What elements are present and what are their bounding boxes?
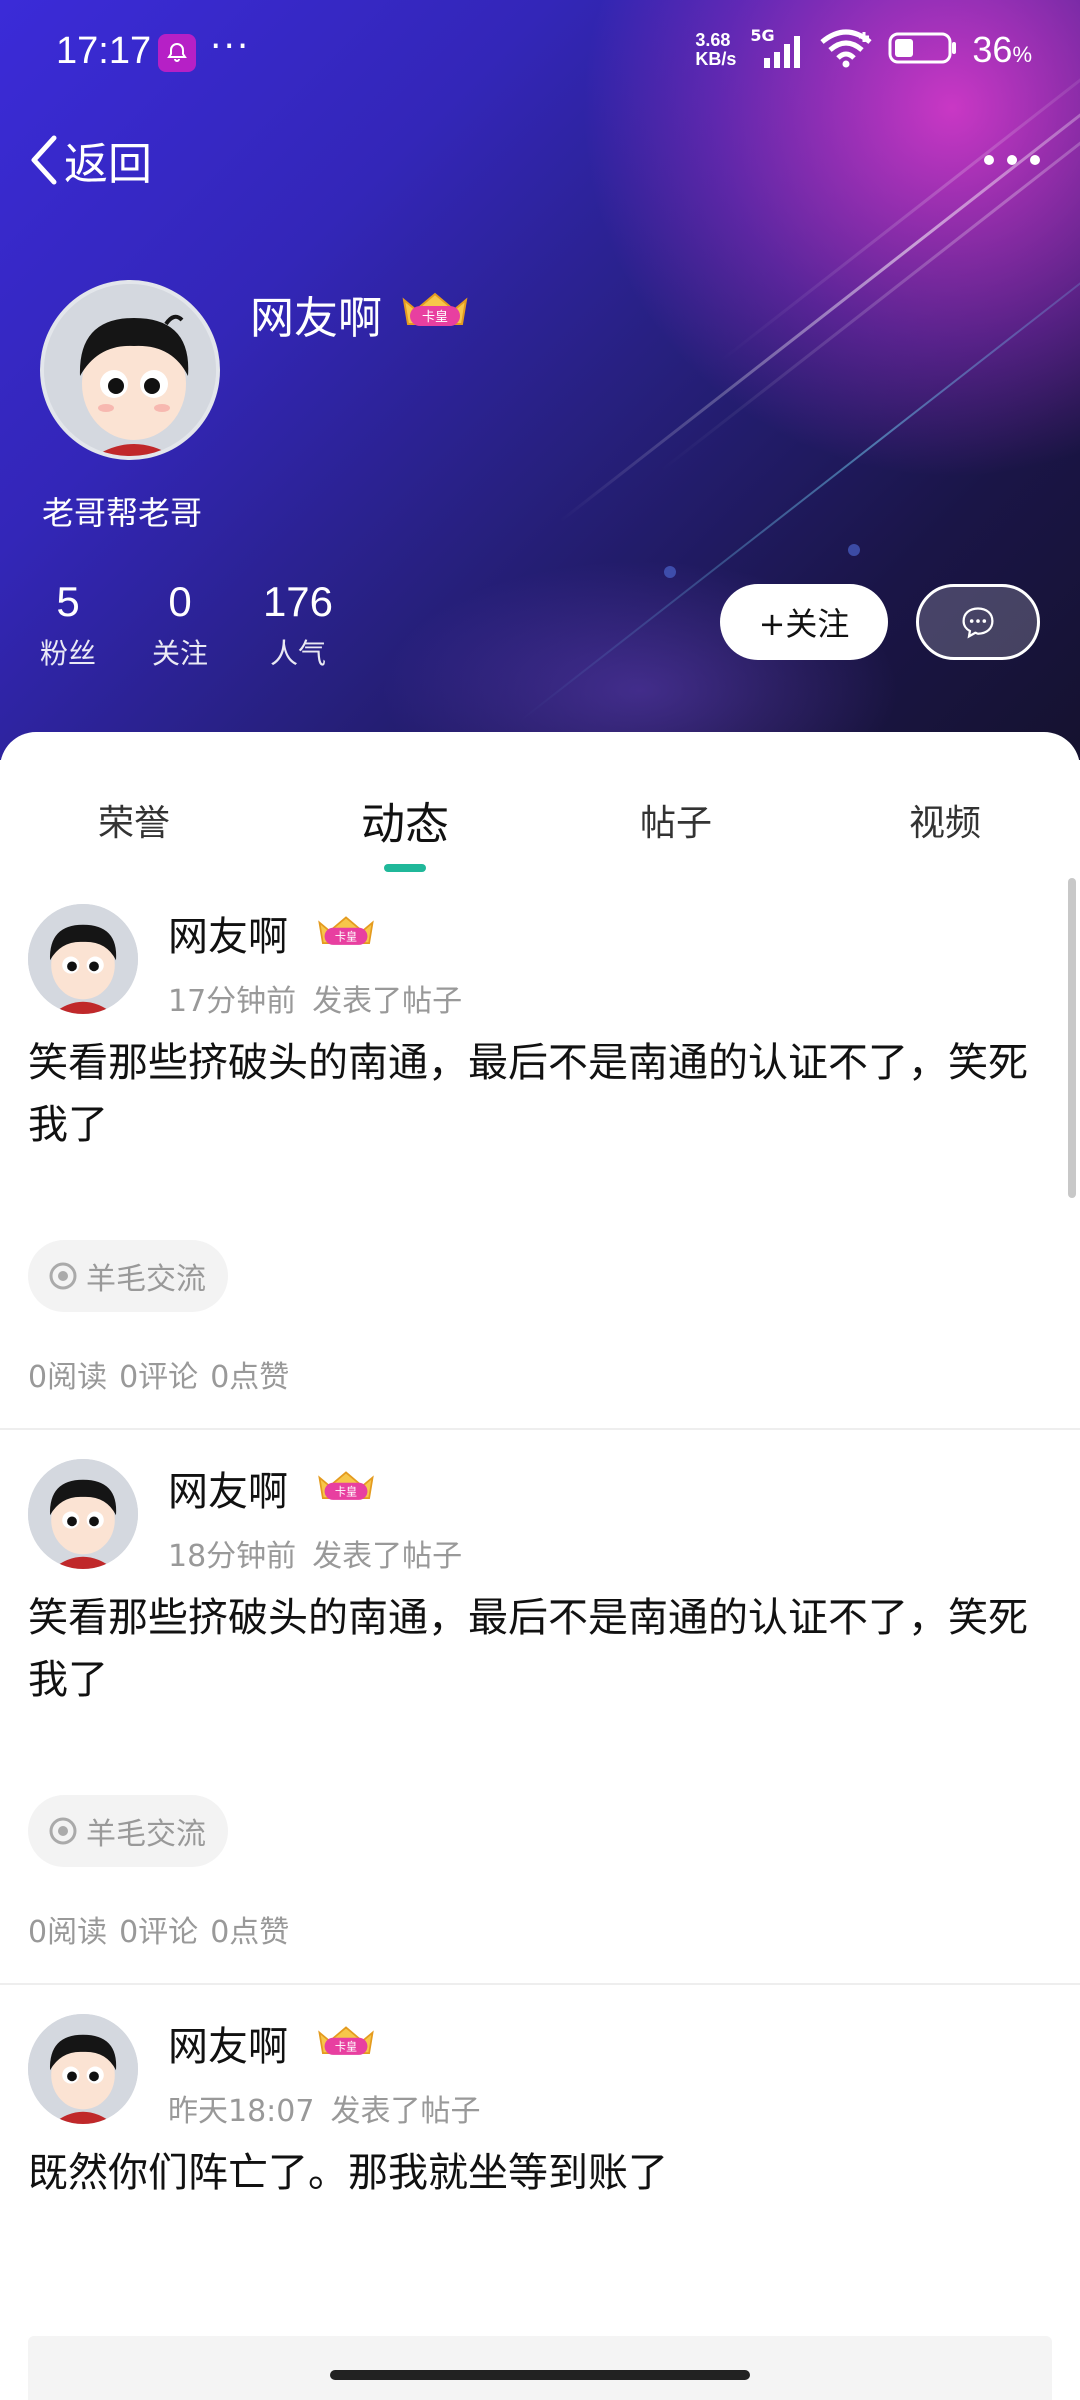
post-avatar[interactable] [28,2014,138,2124]
tab-honors[interactable]: 荣誉 [34,794,234,846]
post-avatar[interactable] [28,904,138,1014]
content-sheet: 荣誉 动态 帖子 视频 网友啊 卡皇 17分钟前 发表了帖子 笑看那些挤破头的南通… [0,732,1080,2400]
crown-badge-icon: 卡皇 [314,2024,378,2060]
stat-value: 0 [168,578,192,625]
status-time: 17:17 [56,30,152,72]
chevron-left-icon [31,135,57,185]
back-label: 返回 [64,139,152,190]
tab-videos[interactable]: 视频 [845,794,1045,846]
status-more-icon: ··· [210,26,251,67]
avatar-cartoon-icon [44,284,216,456]
avatar-cartoon-icon [28,904,138,1014]
badge-text: 卡皇 [422,310,448,325]
post-action: 发表了帖子 [330,2094,481,2129]
network-speed: 3.68 KB/s [695,31,736,69]
tag-label: 羊毛交流 [86,1262,206,1297]
read-count: 0阅读 [28,1360,108,1395]
stat-value: 176 [262,578,334,625]
battery-icon [888,30,958,70]
crown-badge-icon: 卡皇 [314,1469,378,1505]
stat-label: 人气 [269,637,326,670]
post-author[interactable]: 网友啊 [168,2014,288,2072]
post-action: 发表了帖子 [312,984,463,1019]
message-button[interactable] [916,584,1040,660]
stat-followers[interactable]: 5 粉丝 [8,578,128,672]
post-time: 昨天18:07 [168,2094,315,2129]
signal-icon: 5G [750,26,804,70]
badge-text: 卡皇 [335,1485,357,1499]
badge-text: 卡皇 [335,2040,357,2054]
post-stats: 0阅读 0评论 0点赞 [28,1907,289,1951]
like-count: 0点赞 [210,1360,290,1395]
post-time: 17分钟前 [168,984,297,1019]
post-stats: 0阅读 0评论 0点赞 [28,1352,289,1396]
post-text[interactable]: 笑看那些挤破头的南通，最后不是南通的认证不了，笑死我了 [28,1587,1048,1711]
avatar-cartoon-icon [28,1459,138,1569]
follow-button[interactable]: +关注 [720,584,888,660]
avatar[interactable] [40,280,220,460]
stat-label: 关注 [151,637,208,670]
read-count: 0阅读 [28,1915,108,1950]
post-avatar[interactable] [28,1459,138,1569]
tab-activity[interactable]: 动态 [305,788,505,852]
tag-label: 羊毛交流 [86,1817,206,1852]
profile-name: 网友啊 [250,293,382,344]
post-topic-tag[interactable]: 羊毛交流 [28,1795,228,1867]
topic-icon [49,1262,77,1290]
crown-badge-icon: 卡皇 [398,290,472,332]
like-count: 0点赞 [210,1915,290,1950]
battery-percent: 36% [972,29,1032,70]
post-media-placeholder[interactable] [28,2336,1052,2400]
stat-value: 5 [56,578,80,625]
status-bar: 17:17 ··· 3.68 KB/s 5G 36% [0,0,1080,110]
profile-signature: 老哥帮老哥 [42,494,203,532]
back-button[interactable]: 返回 [26,128,152,192]
tab-posts[interactable]: 帖子 [576,794,776,846]
network-speed-unit: KB/s [695,49,737,69]
network-speed-value: 3.68 [695,30,731,50]
stat-label: 粉丝 [39,637,96,670]
topic-icon [49,1817,77,1845]
post-time: 18分钟前 [168,1539,297,1574]
post-author[interactable]: 网友啊 [168,904,288,962]
active-tab-indicator [384,864,426,872]
post-action: 发表了帖子 [312,1539,463,1574]
crown-badge-icon: 卡皇 [314,914,378,950]
post-topic-tag[interactable]: 羊毛交流 [28,1240,228,1312]
post-text[interactable]: 笑看那些挤破头的南通，最后不是南通的认证不了，笑死我了 [28,1032,1048,1156]
post-meta: 18分钟前 发表了帖子 [168,1531,462,1575]
wifi-icon [818,28,874,72]
divider [0,1428,1080,1430]
stat-popularity: 176 人气 [238,578,358,672]
post-text[interactable]: 既然你们阵亡了。那我就坐等到账了 [28,2142,1048,2204]
comment-count: 0评论 [119,1360,199,1395]
divider [0,1983,1080,1985]
comment-count: 0评论 [119,1915,199,1950]
bell-icon [158,34,196,72]
home-indicator[interactable] [330,2370,750,2380]
post-meta: 17分钟前 发表了帖子 [168,976,462,1020]
chat-bubble-icon [962,607,994,639]
more-options-icon[interactable] [984,142,1040,178]
post-meta: 昨天18:07 发表了帖子 [168,2086,480,2130]
scrollbar[interactable] [1068,878,1076,1198]
post-author[interactable]: 网友啊 [168,1459,288,1517]
network-type: 5G [750,26,775,45]
avatar-cartoon-icon [28,2014,138,2124]
stat-following[interactable]: 0 关注 [120,578,240,672]
badge-text: 卡皇 [335,930,357,944]
profile-tabs: 荣誉 动态 帖子 视频 [0,794,1080,864]
